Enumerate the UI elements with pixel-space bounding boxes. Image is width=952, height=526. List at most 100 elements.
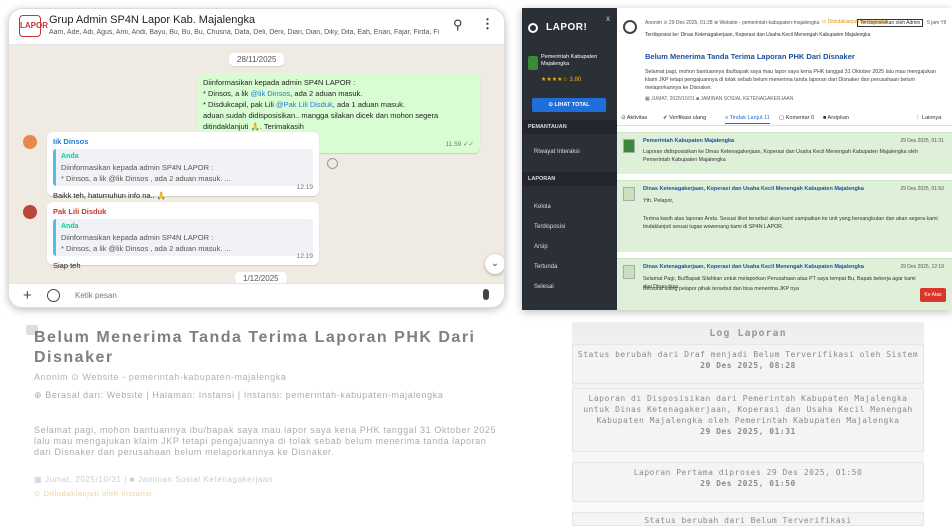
disposition-info: Terdisposisi ke: Dinas Ketenagakerjaan, … bbox=[645, 32, 871, 38]
app-logo[interactable]: LAPOR! bbox=[546, 22, 587, 33]
quote-line: * Dinsos, a lik @lik Dinsos , ada 2 adua… bbox=[61, 174, 231, 183]
tab-lainnya[interactable]: ⋮ Lainnya bbox=[915, 115, 941, 121]
message-time: 12.19 bbox=[296, 253, 313, 260]
report-age: 5 jam Yll bbox=[927, 20, 947, 26]
incoming-message[interactable]: Pak Lili Disduk Anda Diinformasikan kepa… bbox=[47, 202, 319, 270]
message-line: aduan sudah didisposisikan.. mangga sila… bbox=[203, 111, 439, 131]
log-date: 29 Des 2025, 01:31 bbox=[700, 427, 796, 436]
reflection-status: ⊙ Ditindaklanjuti oleh Instansi bbox=[34, 489, 152, 498]
message-time: 12.19 bbox=[296, 184, 313, 191]
card-text: Terima kasih atas laporan Anda. Sesuai t… bbox=[643, 216, 938, 230]
incoming-message[interactable]: Iik Dinsos Anda Diinformasikan kepada ad… bbox=[47, 132, 319, 200]
log-heading: Log Laporan bbox=[709, 328, 787, 339]
card-date: 29 Des 2025, 01:50 bbox=[900, 186, 944, 192]
emoji-icon[interactable] bbox=[47, 289, 60, 302]
compose-bar: + Ketik pesan bbox=[9, 283, 504, 307]
card-text: Bersurat ulang pelapor pihak tersebut da… bbox=[643, 286, 799, 292]
mention[interactable]: @lik Dinsos bbox=[251, 89, 291, 98]
more-menu-icon[interactable]: ⋮ bbox=[481, 16, 494, 32]
tab-aktivitas[interactable]: ⊙ Aktivitas bbox=[621, 115, 647, 121]
sidebar-section-laporan[interactable]: LAPORAN bbox=[522, 172, 617, 186]
followup-card[interactable]: Dinas Ketenagakerjaan, Koperasi dan Usah… bbox=[617, 258, 952, 310]
tab-arsipkan[interactable]: ■ Arsipkan bbox=[823, 115, 849, 121]
tab-komentar[interactable]: ▢ Komentar 0 bbox=[779, 115, 814, 121]
logo-icon bbox=[528, 23, 538, 33]
org-rating: ★★★★☆ 3.80 bbox=[541, 77, 582, 83]
card-date: 29 Des 2025, 01:31 bbox=[900, 138, 944, 144]
card-author[interactable]: Dinas Ketenagakerjaan, Koperasi dan Usah… bbox=[643, 186, 864, 192]
quoted-message[interactable]: Anda Diinformasikan kepada admin SP4N LA… bbox=[53, 149, 313, 186]
emblem-icon bbox=[623, 139, 635, 153]
sidebar-item-arsip[interactable]: Arsip bbox=[534, 244, 548, 250]
lapor-window: LAPOR! x Pemerintah Kabupaten Majalengka… bbox=[522, 8, 952, 310]
report-tags: ▦ JUMAT, 2025/10/31 ■ JAMINAN SOSIAL KET… bbox=[645, 96, 794, 102]
reflection-report-footer: ▦ Jumat, 2025/10/31 | ■ Jaminan Sosial K… bbox=[34, 475, 273, 484]
quote-line: Diinformasikan kepada admin SP4N LAPOR : bbox=[61, 163, 214, 172]
log-entry: Status berubah dari Draf menjadi Belum T… bbox=[572, 344, 924, 384]
chat-header[interactable]: LAPOR Grup Admin SP4N Lapor Kab. Majalen… bbox=[9, 9, 504, 45]
sidebar: LAPOR! x Pemerintah Kabupaten Majalengka… bbox=[522, 8, 617, 310]
followup-card[interactable]: Dinas Ketenagakerjaan, Koperasi dan Usah… bbox=[617, 180, 952, 252]
sender-avatar[interactable] bbox=[23, 205, 37, 219]
react-emoji-icon[interactable] bbox=[327, 158, 338, 169]
back-to-top-button[interactable]: Ke Atas bbox=[920, 288, 946, 302]
message-input[interactable]: Ketik pesan bbox=[75, 291, 117, 300]
status-badge: Terdisposisikan oleh Admin bbox=[857, 19, 924, 27]
search-icon[interactable]: ⚲ bbox=[453, 17, 463, 33]
scroll-down-button[interactable]: ⌄ bbox=[485, 254, 504, 274]
message-text: Siap teh bbox=[53, 261, 81, 270]
sender-name[interactable]: Pak Lili Disduk bbox=[53, 206, 313, 217]
log-entry: Status berubah dari Belum Terverifikasi bbox=[572, 512, 924, 526]
reflection-report-body: Selamat pagi, mohon bantuannya ibu/bapak… bbox=[34, 425, 497, 457]
whatsapp-chat-window: LAPOR Grup Admin SP4N Lapor Kab. Majalen… bbox=[8, 8, 505, 308]
report-meta: Anonim ⊙ 29 Des 2025, 01:28 ⊕ Website - … bbox=[645, 20, 820, 26]
log-text: Laporan Pertama diproses 29 Des 2025, 01… bbox=[633, 468, 863, 477]
date-chip: 28/11/2025 bbox=[229, 53, 285, 66]
tab-verifikasi[interactable]: ✔ Verifikasi ulang bbox=[663, 115, 706, 121]
microphone-icon[interactable] bbox=[483, 289, 489, 300]
close-icon[interactable]: x bbox=[606, 14, 610, 23]
attach-plus-icon[interactable]: + bbox=[23, 287, 32, 304]
tab-tindak-lanjut[interactable]: ≡ Tindak Lanjut 11 bbox=[725, 115, 770, 124]
sender-name[interactable]: Iik Dinsos bbox=[53, 136, 313, 147]
card-author[interactable]: Pemerintah Kabupaten Majalengka bbox=[643, 138, 734, 144]
report-title[interactable]: Belum Menerima Tanda Terima Laporan PHK … bbox=[645, 52, 855, 61]
view-total-button[interactable]: ⊙ LIHAT TOTAL bbox=[532, 98, 606, 112]
sender-avatar[interactable] bbox=[23, 135, 37, 149]
report-detail: Anonim ⊙ 29 Des 2025, 01:28 ⊕ Website - … bbox=[617, 8, 952, 310]
report-description: Selamat pagi, mohon bantuannya ibu/bapak… bbox=[645, 69, 936, 91]
sidebar-item-kelola[interactable]: Kelola bbox=[534, 204, 551, 210]
reflection-report-title: Belum Menerima Tanda Terima Laporan PHK … bbox=[34, 329, 476, 366]
quote-author: Anda bbox=[61, 223, 79, 230]
card-author[interactable]: Dinas Ketenagakerjaan, Koperasi dan Usah… bbox=[643, 264, 864, 270]
report-tabs: ⊙ Aktivitas ✔ Verifikasi ulang ≡ Tindak … bbox=[617, 112, 952, 126]
sidebar-section-pemantauan[interactable]: PEMANTAUAN bbox=[522, 120, 617, 134]
log-date: 20 Des 2025, 08:28 bbox=[700, 361, 796, 370]
reflection-report-source: ⊕ Berasal dari: Website | Halaman: Insta… bbox=[34, 390, 444, 400]
chat-messages[interactable]: 28/11/2025 Diinformasikan kepada admin S… bbox=[9, 45, 504, 285]
message-line: Diinformasikan kepada admin SP4N LAPOR : bbox=[203, 78, 356, 87]
mention[interactable]: @Pak Lili Disduk bbox=[276, 100, 333, 109]
followup-card[interactable]: Pemerintah Kabupaten Majalengka 29 Des 2… bbox=[617, 132, 952, 174]
card-text: Laporan didisposisikan ke Dinas Ketenaga… bbox=[643, 149, 919, 163]
log-text: Status berubah dari Draf menjadi Belum T… bbox=[577, 350, 919, 359]
reflection-report-meta: Anonim ⊙ Website - pemerintah-kabupaten-… bbox=[34, 372, 287, 382]
group-avatar[interactable]: LAPOR bbox=[19, 15, 48, 37]
quote-line: * Dinsos, a lik @lik Dinsos , ada 2 adua… bbox=[61, 244, 231, 253]
sidebar-item-selesai[interactable]: Selesai bbox=[534, 284, 554, 290]
message-time: 11.59 ✓✓ bbox=[445, 141, 474, 148]
group-title[interactable]: Grup Admin SP4N Lapor Kab. Majalengka bbox=[49, 14, 255, 26]
message-line: * Disdukcapil, pak Lili @Pak Lili Disduk… bbox=[203, 100, 405, 109]
log-entry: Laporan di Disposisikan dari Pemerintah … bbox=[572, 388, 924, 452]
reporter-avatar bbox=[623, 20, 637, 34]
org-profile[interactable]: Pemerintah Kabupaten Majalengka ★★★★☆ 3.… bbox=[528, 54, 611, 88]
sidebar-item-tertunda[interactable]: Tertunda bbox=[534, 264, 557, 270]
quoted-message[interactable]: Anda Diinformasikan kepada admin SP4N LA… bbox=[53, 219, 313, 256]
card-text: Yth. Pelapor, bbox=[643, 198, 674, 204]
document-icon bbox=[623, 187, 635, 201]
sidebar-item-terdisposisi[interactable]: Terdisposisi bbox=[534, 224, 565, 230]
sidebar-item-riwayat[interactable]: Riwayat Interaksi bbox=[534, 149, 580, 155]
log-text: Laporan di Disposisikan dari Pemerintah … bbox=[583, 394, 913, 425]
org-name: Pemerintah Kabupaten Majalengka bbox=[541, 54, 598, 67]
message-text: Baikk teh, haturnuhun info na.. 🙏 bbox=[53, 191, 167, 200]
